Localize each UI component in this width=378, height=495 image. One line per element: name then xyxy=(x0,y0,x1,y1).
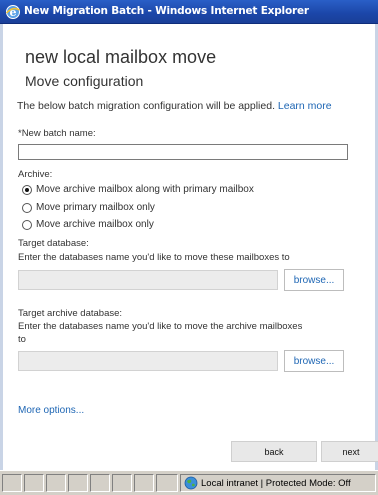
window-title: New Migration Batch - Windows Internet E… xyxy=(24,5,309,17)
archive-option-archive-with-primary[interactable]: Move archive mailbox along with primary … xyxy=(22,184,254,195)
security-zone[interactable]: Local intranet | Protected Mode: Off xyxy=(180,474,376,492)
batch-name-label: *New batch name: xyxy=(18,128,96,139)
target-archive-db-label: Target archive database: xyxy=(18,308,123,319)
archive-option-primary-only[interactable]: Move primary mailbox only xyxy=(22,202,155,213)
radio-checked-icon[interactable] xyxy=(22,184,32,195)
ie-icon: e xyxy=(5,5,20,19)
archive-option-label: Move archive mailbox only xyxy=(36,219,154,230)
window-titlebar[interactable]: e New Migration Batch - Windows Internet… xyxy=(0,0,378,24)
target-archive-db-browse-button[interactable]: browse... xyxy=(284,350,344,372)
batch-name-input[interactable] xyxy=(18,144,348,160)
radio-unchecked-icon[interactable] xyxy=(22,202,32,213)
archive-option-label: Move primary mailbox only xyxy=(36,202,155,213)
status-cell xyxy=(24,474,44,492)
status-cell xyxy=(68,474,88,492)
section-title: Move configuration xyxy=(25,73,144,89)
radio-unchecked-icon[interactable] xyxy=(22,219,32,230)
dialog-content: new local mailbox move Move configuratio… xyxy=(0,24,378,470)
more-options-link[interactable]: More options... xyxy=(18,405,84,416)
intro-text: The below batch migration configuration … xyxy=(17,100,332,112)
target-db-label: Target database: xyxy=(18,238,89,249)
target-archive-db-input[interactable] xyxy=(18,351,278,371)
next-button[interactable]: next xyxy=(321,441,378,462)
page-title: new local mailbox move xyxy=(25,47,217,67)
target-db-input[interactable] xyxy=(18,270,278,290)
status-cell xyxy=(134,474,154,492)
status-cell xyxy=(112,474,132,492)
status-cell xyxy=(90,474,110,492)
learn-more-link[interactable]: Learn more xyxy=(278,100,332,112)
back-button[interactable]: back xyxy=(231,441,317,462)
target-db-description: Enter the databases name you'd like to m… xyxy=(18,252,290,263)
target-archive-db-description-cont: to xyxy=(18,334,26,345)
intro-message: The below batch migration configuration … xyxy=(17,100,275,112)
status-cell xyxy=(2,474,22,492)
target-db-browse-button[interactable]: browse... xyxy=(284,269,344,291)
archive-option-label: Move archive mailbox along with primary … xyxy=(36,184,254,195)
security-zone-label: Local intranet | Protected Mode: Off xyxy=(201,477,351,489)
status-bar: Local intranet | Protected Mode: Off xyxy=(0,470,378,495)
status-cell xyxy=(46,474,66,492)
target-archive-db-description: Enter the databases name you'd like to m… xyxy=(18,321,303,332)
globe-icon xyxy=(184,476,198,490)
archive-option-archive-only[interactable]: Move archive mailbox only xyxy=(22,219,154,230)
status-cell xyxy=(156,474,178,492)
archive-label: Archive: xyxy=(18,169,53,180)
